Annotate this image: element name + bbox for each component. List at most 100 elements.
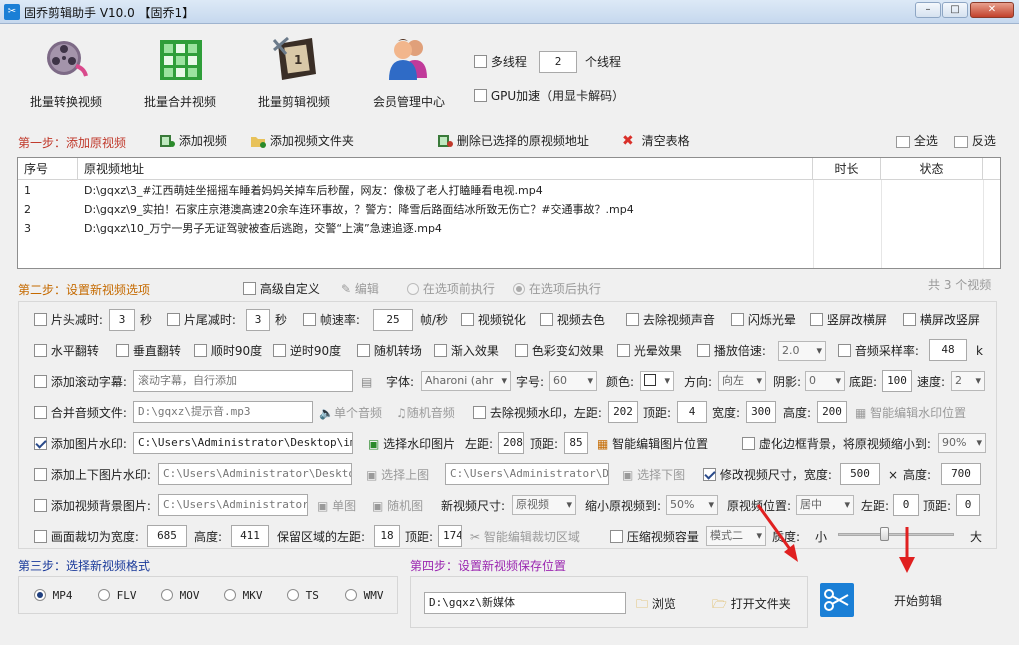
h2v-option[interactable]: 横屏改竖屏	[903, 312, 980, 328]
blur-border-checkbox[interactable]	[742, 437, 755, 450]
select-all-button[interactable]: 全选	[896, 133, 938, 149]
h2v-checkbox[interactable]	[903, 313, 916, 326]
merge-audio-checkbox[interactable]	[34, 406, 47, 419]
watermark-top-input[interactable]: 4	[677, 401, 707, 423]
color-change-option[interactable]: 色彩变幻效果	[515, 343, 604, 359]
col-header-duration[interactable]: 时长	[813, 158, 881, 180]
delete-selected-button[interactable]: 删除已选择的原视频地址	[437, 133, 589, 149]
crop-option[interactable]: 画面裁切为宽度:	[34, 529, 139, 545]
after-option[interactable]: 在选项后执行	[513, 281, 601, 297]
merge-audio-option[interactable]: 合并音频文件:	[34, 405, 127, 421]
remove-watermark-checkbox[interactable]	[473, 406, 486, 419]
subtitle-settings-icon[interactable]: ▤	[361, 374, 372, 390]
resize-checkbox[interactable]	[703, 468, 716, 481]
table-row-path[interactable]: D:\gqxz\9_实拍！石家庄京港澳高速20余车连环事故，？警方：降雪后路面结…	[84, 200, 634, 219]
advanced-custom-checkbox[interactable]	[243, 282, 256, 295]
ccw90-option[interactable]: 逆时90度	[273, 343, 341, 359]
crop-top-input[interactable]: 174	[438, 525, 462, 547]
random-transition-checkbox[interactable]	[357, 344, 370, 357]
add-video-button[interactable]: 添加视频	[159, 133, 227, 149]
speed-checkbox[interactable]	[697, 344, 710, 357]
watermark-left-input[interactable]: 202	[608, 401, 638, 423]
hflip-checkbox[interactable]	[34, 344, 47, 357]
blur-border-option[interactable]: 虚化边框背景，将原视频缩小到:	[742, 436, 931, 452]
add-folder-button[interactable]: 添加视频文件夹	[250, 133, 354, 149]
top-image-path[interactable]: C:\Users\Administrator\Desktop\i	[158, 463, 352, 485]
cw90-option[interactable]: 顺时90度	[194, 343, 262, 359]
clear-table-button[interactable]: ✖ 清空表格	[622, 133, 690, 149]
crop-width-input[interactable]: 685	[147, 525, 187, 547]
crop-height-input[interactable]: 411	[231, 525, 269, 547]
new-size-select[interactable]: 原视频	[512, 495, 576, 515]
v2h-checkbox[interactable]	[810, 313, 823, 326]
remove-audio-checkbox[interactable]	[626, 313, 639, 326]
tail-cut-input[interactable]: 3	[246, 309, 270, 331]
head-cut-option[interactable]: 片头减时:	[34, 312, 103, 328]
smart-watermark-button[interactable]: ▦ 智能编辑水印位置	[855, 405, 966, 421]
decolor-option[interactable]: 视频去色	[540, 312, 605, 328]
flash-option[interactable]: 闪烁光晕	[731, 312, 796, 328]
table-row-path[interactable]: D:\gqxz\10_万宁一男子无证驾驶被查后逃跑，交警“上演”急速追逐.mp4	[84, 219, 442, 238]
format-wmv-radio[interactable]	[345, 589, 357, 601]
table-row-path[interactable]: D:\gqxz\3_#江西萌娃坐摇摇车睡着妈妈关掉车后秒醒，网友：像极了老人打瞌…	[84, 181, 543, 200]
format-mkv-option[interactable]: MKV	[224, 588, 263, 604]
format-ts-option[interactable]: TS	[287, 588, 319, 604]
quality-slider-thumb[interactable]	[880, 527, 889, 541]
format-flv-option[interactable]: FLV	[98, 588, 137, 604]
save-path-input[interactable]: D:\gqxz\新媒体	[424, 592, 626, 614]
before-option[interactable]: 在选项前执行	[407, 281, 495, 297]
background-image-checkbox[interactable]	[34, 499, 47, 512]
start-edit-button[interactable]: 开始剪辑	[894, 593, 942, 609]
format-mp4-option[interactable]: MP4	[34, 588, 73, 604]
flash-checkbox[interactable]	[731, 313, 744, 326]
choose-bottom-button[interactable]: ▣ 选择下图	[622, 467, 685, 483]
format-flv-radio[interactable]	[98, 589, 110, 601]
col-header-status[interactable]: 状态	[881, 158, 983, 180]
top-bottom-watermark-option[interactable]: 添加上下图片水印:	[34, 467, 151, 483]
col-header-path[interactable]: 原视频地址	[78, 158, 813, 180]
image-watermark-path[interactable]: C:\Users\Administrator\Desktop\img-q	[133, 432, 353, 454]
advanced-custom-option[interactable]: 高级自定义	[243, 281, 320, 297]
background-image-option[interactable]: 添加视频背景图片:	[34, 498, 151, 514]
size-select[interactable]: 60	[549, 371, 597, 391]
resize-width-input[interactable]: 500	[840, 463, 880, 485]
close-button[interactable]: ✕	[970, 2, 1014, 18]
fps-option[interactable]: 帧速率:	[303, 312, 360, 328]
decolor-checkbox[interactable]	[540, 313, 553, 326]
tail-cut-option[interactable]: 片尾减时:	[167, 312, 236, 328]
font-select[interactable]: Aharoni (ahr	[421, 371, 511, 391]
speed-option[interactable]: 播放倍速:	[697, 343, 766, 359]
gpu-option[interactable]: GPU加速（用显卡解码）	[474, 88, 624, 104]
hflip-option[interactable]: 水平翻转	[34, 343, 99, 359]
scroll-speed-select[interactable]: 2	[951, 371, 985, 391]
format-ts-radio[interactable]	[287, 589, 299, 601]
tail-cut-checkbox[interactable]	[167, 313, 180, 326]
maximize-button[interactable]: □	[942, 2, 968, 18]
format-mov-option[interactable]: MOV	[161, 588, 200, 604]
random-transition-option[interactable]: 随机转场	[357, 343, 422, 359]
single-image-button[interactable]: ▣ 单图	[317, 498, 356, 514]
open-folder-button[interactable]: 🗁 打开文件夹	[712, 596, 791, 612]
batch-merge-button[interactable]: 批量合并视频	[130, 34, 230, 116]
halo-checkbox[interactable]	[617, 344, 630, 357]
position-left-input[interactable]: 0	[893, 494, 919, 516]
top-bottom-watermark-checkbox[interactable]	[34, 468, 47, 481]
col-header-index[interactable]: 序号	[18, 158, 78, 180]
fps-input[interactable]: 25	[373, 309, 413, 331]
image-top-input[interactable]: 85	[564, 432, 588, 454]
color-change-checkbox[interactable]	[515, 344, 528, 357]
vflip-option[interactable]: 垂直翻转	[116, 343, 181, 359]
fade-in-checkbox[interactable]	[434, 344, 447, 357]
crop-checkbox[interactable]	[34, 530, 47, 543]
gpu-checkbox[interactable]	[474, 89, 487, 102]
before-radio[interactable]	[407, 283, 419, 295]
thread-count-input[interactable]: 2	[539, 51, 577, 73]
random-audio-button[interactable]: ♫随机音频	[396, 405, 455, 421]
scroll-subtitle-input[interactable]: 滚动字幕，自行添加	[133, 370, 353, 392]
v2h-option[interactable]: 竖屏改横屏	[810, 312, 887, 328]
resize-height-input[interactable]: 700	[941, 463, 981, 485]
sample-rate-input[interactable]: 48	[929, 339, 967, 361]
resize-option[interactable]: 修改视频尺寸，宽度:	[703, 467, 832, 483]
batch-convert-button[interactable]: 批量转换视频	[16, 34, 116, 116]
format-mp4-radio[interactable]	[34, 589, 46, 601]
